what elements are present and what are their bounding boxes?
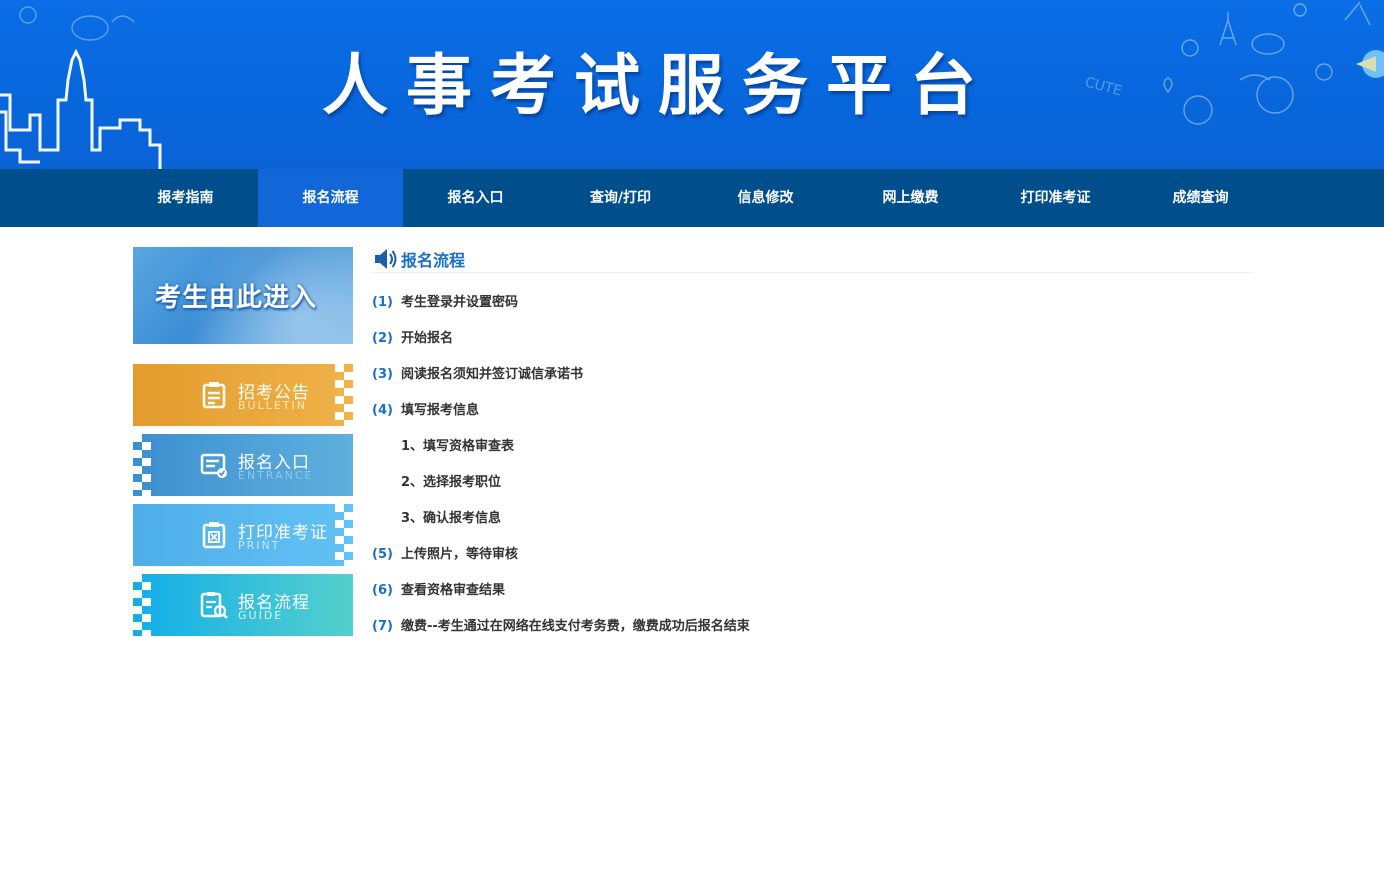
registration-card-icon [200, 453, 227, 478]
print-admission-sub: PRINT [238, 539, 281, 552]
step-item: (5) 上传照片，等待审核 [372, 545, 518, 565]
nav-item-score-query[interactable]: 成绩查询 [1128, 169, 1273, 227]
entrance-sub: ENTRANCE [238, 469, 314, 482]
sub-step-item: 1、填写资格审查表 [401, 439, 515, 454]
step-number: (2) [372, 331, 393, 346]
step-number: (1) [372, 295, 393, 310]
step-text: 缴费--考生通过在网络在线支付考务费，缴费成功后报名结束 [401, 619, 750, 634]
step-text: 查看资格审查结果 [401, 583, 506, 598]
step-number: (4) [372, 403, 393, 418]
step-item: (3) 阅读报名须知并签订诚信承诺书 [372, 365, 583, 385]
admission-ticket-icon [202, 522, 226, 549]
print-admission-button[interactable]: 打印准考证 PRINT [133, 504, 353, 566]
nav-item-registration-process[interactable]: 报名流程 [258, 169, 403, 227]
step-item: (4) 填写报考信息 [372, 401, 479, 421]
step-text: 阅读报名须知并签订诚信承诺书 [401, 367, 584, 382]
document-list-icon [202, 382, 226, 409]
sub-step-item: 3、确认报考信息 [401, 511, 502, 526]
guide-search-icon [200, 592, 228, 619]
nav-item-online-payment[interactable]: 网上缴费 [838, 169, 983, 227]
step-item: (2) 开始报名 [372, 329, 453, 349]
step-text: 填写报考信息 [401, 403, 480, 418]
svg-text:CUTE: CUTE [1083, 74, 1123, 99]
step-number: (7) [372, 619, 393, 634]
speaker-icon [375, 249, 397, 269]
step-item: (7) 缴费--考生通过在网络在线支付考务费，缴费成功后报名结束 [372, 617, 750, 637]
nav-item-info-modify[interactable]: 信息修改 [693, 169, 838, 227]
checker-decoration [133, 434, 151, 496]
entrance-button[interactable]: 报名入口 ENTRANCE [133, 434, 353, 496]
step-text: 考生登录并设置密码 [401, 295, 519, 310]
nav-item-print-admission-ticket[interactable]: 打印准考证 [983, 169, 1128, 227]
header-banner: CUTE 人事考试服务平台 [0, 0, 1384, 169]
section-title: 报名流程 [401, 251, 466, 270]
nav-item-registration-entrance[interactable]: 报名入口 [403, 169, 548, 227]
nav-item-query-print[interactable]: 查询/打印 [548, 169, 693, 227]
step-text: 开始报名 [401, 331, 454, 346]
sub-step-item: 2、选择报考职位 [401, 475, 502, 490]
step-number: (5) [372, 547, 393, 562]
step-item: (6) 查看资格审查结果 [372, 581, 505, 601]
bulletin-sub: BULLETIN [238, 399, 307, 412]
site-title: 人事考试服务平台 [322, 47, 994, 124]
checker-decoration [335, 364, 353, 426]
guide-sub: GUIDE [238, 609, 284, 622]
checker-decoration [133, 574, 151, 636]
step-item: (1) 考生登录并设置密码 [372, 293, 518, 313]
guide-button[interactable]: 报名流程 GUIDE [133, 574, 353, 636]
candidate-entry-banner[interactable]: 考生由此进入 [133, 247, 353, 344]
section-header: 报名流程 [371, 245, 1253, 273]
main-nav: 报考指南 报名流程 报名入口 查询/打印 信息修改 网上缴费 打印准考证 成绩查… [0, 169, 1384, 227]
step-number: (6) [372, 583, 393, 598]
checker-decoration [335, 504, 353, 566]
step-number: (3) [372, 367, 393, 382]
bulletin-button[interactable]: 招考公告 BULLETIN [133, 364, 353, 426]
step-text: 上传照片，等待审核 [401, 547, 519, 562]
candidate-entry-text: 考生由此进入 [155, 283, 318, 313]
nav-item-exam-guide[interactable]: 报考指南 [113, 169, 258, 227]
